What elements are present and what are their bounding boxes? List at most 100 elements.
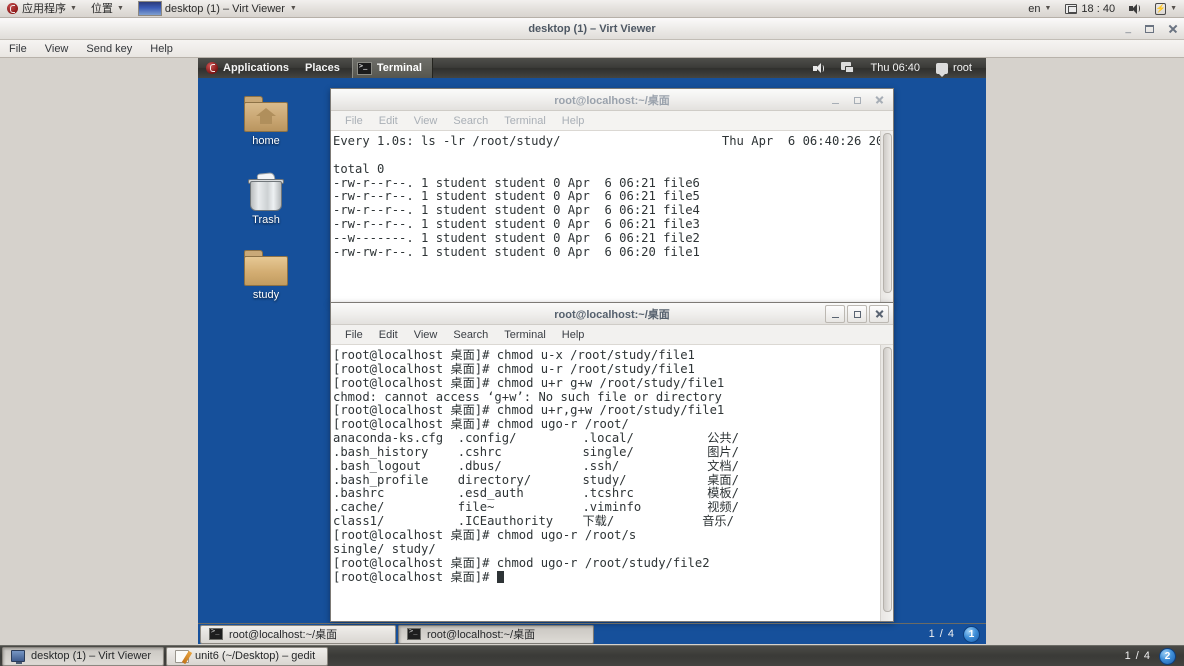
- terminal-menu-view[interactable]: View: [406, 325, 446, 345]
- chevron-down-icon: ▼: [1044, 4, 1052, 12]
- guest-task-terminal-1[interactable]: root@localhost:~/桌面: [200, 624, 396, 644]
- chevron-down-icon: ▼: [116, 4, 124, 12]
- speaker-icon: [813, 63, 825, 74]
- terminal-menu-search[interactable]: Search: [445, 325, 496, 345]
- terminal-icon: [209, 627, 223, 640]
- minimize-button[interactable]: [825, 305, 845, 323]
- guest-user-menu[interactable]: root: [928, 58, 980, 78]
- host-active-window-menu[interactable]: desktop (1) – Virt Viewer ▼: [131, 0, 304, 18]
- terminal-front-title: root@localhost:~/桌面: [554, 308, 670, 321]
- close-icon[interactable]: [869, 305, 889, 323]
- vv-menu-help[interactable]: Help: [141, 40, 182, 58]
- minimize-button[interactable]: _: [1125, 24, 1131, 34]
- terminal-front-titlebar: root@localhost:~/桌面: [331, 303, 893, 325]
- network-icon: [841, 62, 855, 74]
- battery-icon: ⚡: [1155, 2, 1167, 15]
- guest-pager-count: 1 / 4: [928, 628, 955, 640]
- minimize-button[interactable]: [825, 91, 845, 109]
- guest-clock[interactable]: Thu 06:40: [862, 58, 928, 78]
- maximize-button[interactable]: [1144, 24, 1155, 33]
- terminal-menu-terminal[interactable]: Terminal: [496, 325, 554, 345]
- terminal-menu-edit[interactable]: Edit: [371, 111, 406, 131]
- guest-applications-label: Applications: [223, 62, 290, 74]
- desktop-icon-trash[interactable]: Trash: [230, 172, 302, 226]
- terminal-front-body[interactable]: [root@localhost 桌面]# chmod u-x /root/stu…: [331, 345, 893, 621]
- desktop-icon-study[interactable]: study: [230, 250, 302, 301]
- guest-applications-menu[interactable]: Applications: [198, 58, 297, 78]
- host-applications-menu[interactable]: 应用程序 ▼: [0, 0, 84, 18]
- terminal-menu-help[interactable]: Help: [554, 325, 593, 345]
- terminal-menu-help[interactable]: Help: [554, 111, 593, 131]
- terminal-menu-file[interactable]: File: [337, 111, 371, 131]
- virt-viewer-window-controls: _: [1125, 18, 1178, 40]
- guest-network[interactable]: [833, 58, 862, 78]
- guest-desktop: Applications Places Terminal: [198, 58, 986, 644]
- chevron-down-icon: ▼: [1170, 4, 1177, 12]
- vv-menu-file[interactable]: File: [0, 40, 36, 58]
- guest-places-label: Places: [305, 62, 340, 74]
- virt-viewer-menubar: File View Send key Help: [0, 40, 1184, 58]
- terminal-menu-view[interactable]: View: [406, 111, 446, 131]
- desktop-icon-home[interactable]: home: [230, 96, 302, 147]
- host-clock[interactable]: 18 : 40: [1058, 0, 1122, 18]
- speaker-icon: [1129, 3, 1141, 14]
- desktop-icon-study-label: study: [252, 289, 280, 301]
- host-volume[interactable]: [1122, 0, 1148, 18]
- terminal-menu-terminal[interactable]: Terminal: [496, 111, 554, 131]
- maximize-button[interactable]: [847, 91, 867, 109]
- user-icon: [936, 62, 949, 77]
- host-task-2-label: unit6 (~/Desktop) – gedit: [195, 650, 316, 662]
- maximize-button[interactable]: [847, 305, 867, 323]
- terminal-back-menubar: File Edit View Search Terminal Help: [331, 111, 893, 131]
- terminal-icon: [407, 627, 421, 640]
- terminal-back-titlebar: root@localhost:~/桌面: [331, 89, 893, 111]
- host-workspace-indicator[interactable]: 2: [1159, 647, 1176, 665]
- terminal-window-front[interactable]: root@localhost:~/桌面 File Edit View Searc…: [330, 302, 894, 622]
- guest-panel-status-area: Thu 06:40 root: [805, 58, 986, 78]
- host-places-menu[interactable]: 位置 ▼: [84, 0, 131, 18]
- scrollbar-thumb[interactable]: [883, 133, 892, 293]
- chevron-down-icon: ▼: [70, 4, 77, 12]
- keyboard-layout-label: en: [1028, 2, 1041, 15]
- calendar-icon: [1065, 3, 1078, 14]
- trash-icon: [246, 172, 286, 211]
- vv-menu-sendkey[interactable]: Send key: [77, 40, 141, 58]
- guest-task-terminal-2[interactable]: root@localhost:~/桌面: [398, 624, 594, 644]
- close-icon[interactable]: [869, 91, 889, 109]
- text-cursor: [496, 570, 504, 583]
- virt-viewer-titlebar: desktop (1) – Virt Viewer _: [0, 18, 1184, 40]
- host-panel-status-area: en ▼ 18 : 40 ⚡ ▼: [1021, 0, 1184, 18]
- close-icon[interactable]: [1168, 24, 1178, 34]
- guest-taskbar: root@localhost:~/桌面 root@localhost:~/桌面 …: [198, 623, 986, 644]
- host-task-virt-viewer[interactable]: desktop (1) – Virt Viewer: [2, 646, 164, 666]
- host-pager-count: 1 / 4: [1124, 650, 1151, 662]
- virt-viewer-title: desktop (1) – Virt Viewer: [528, 22, 656, 35]
- chevron-down-icon: ▼: [289, 5, 297, 12]
- guest-top-panel: Applications Places Terminal: [198, 58, 986, 78]
- guest-places-menu[interactable]: Places: [297, 58, 348, 78]
- terminal-menu-search[interactable]: Search: [445, 111, 496, 131]
- terminal-menu-edit[interactable]: Edit: [371, 325, 406, 345]
- host-battery[interactable]: ⚡ ▼: [1148, 0, 1184, 18]
- terminal-back-scrollbar[interactable]: [880, 131, 893, 302]
- terminal-front-window-controls: [825, 305, 889, 323]
- terminal-back-body[interactable]: Every 1.0s: ls -lr /root/study/ Thu Apr …: [331, 131, 893, 302]
- terminal-window-back[interactable]: root@localhost:~/桌面 File Edit View Searc…: [330, 88, 894, 303]
- guest-active-task-terminal[interactable]: Terminal: [351, 58, 433, 78]
- host-task-gedit[interactable]: unit6 (~/Desktop) – gedit: [166, 646, 328, 666]
- vv-menu-view[interactable]: View: [36, 40, 78, 58]
- host-top-panel: 应用程序 ▼ 位置 ▼ desktop (1) – Virt Viewer ▼ …: [0, 0, 1184, 18]
- guest-clock-label: Thu 06:40: [870, 62, 921, 74]
- host-active-window-label: desktop (1) – Virt Viewer: [164, 2, 285, 15]
- terminal-front-menubar: File Edit View Search Terminal Help: [331, 325, 893, 345]
- scrollbar-thumb[interactable]: [883, 347, 892, 612]
- terminal-menu-file[interactable]: File: [337, 325, 371, 345]
- guest-workspace-indicator[interactable]: 1: [963, 625, 980, 643]
- guest-task-1-label: root@localhost:~/桌面: [229, 629, 338, 641]
- terminal-front-scrollbar[interactable]: [880, 345, 893, 621]
- host-keyboard-layout[interactable]: en ▼: [1021, 0, 1058, 18]
- guest-volume[interactable]: [805, 58, 833, 78]
- terminal-back-title: root@localhost:~/桌面: [554, 94, 670, 107]
- host-task-1-label: desktop (1) – Virt Viewer: [31, 650, 152, 662]
- terminal-front-output: [root@localhost 桌面]# chmod u-x /root/stu…: [333, 348, 739, 584]
